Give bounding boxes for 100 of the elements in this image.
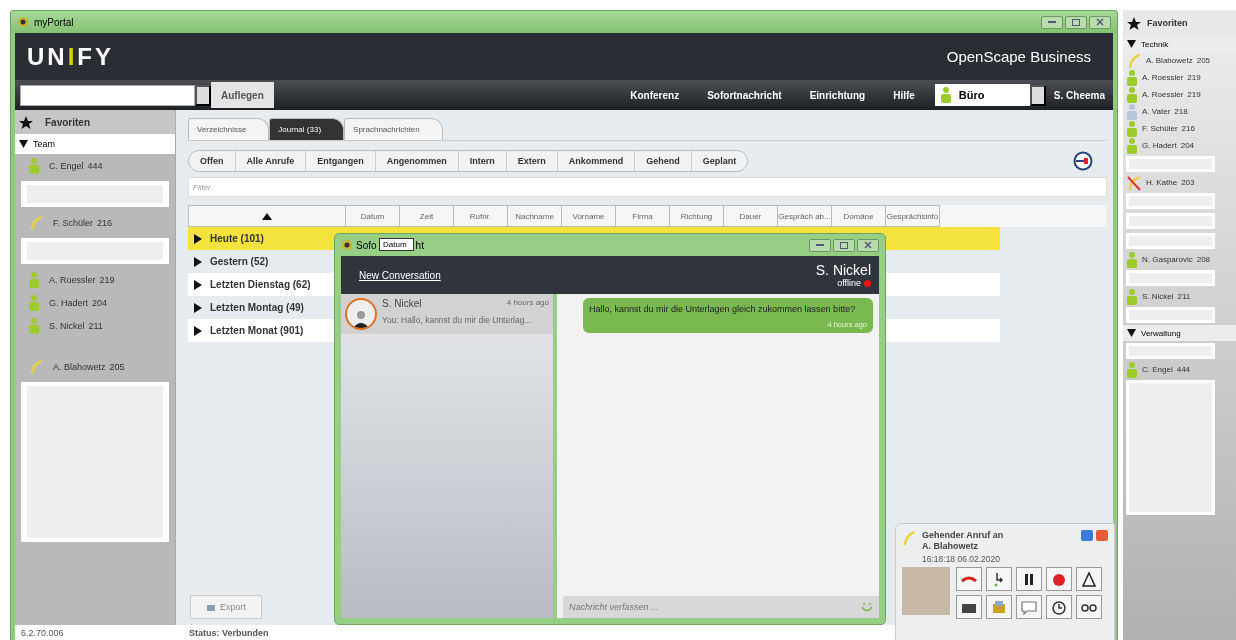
- version-label: 6.2.70.006: [20, 627, 65, 638]
- filter-button[interactable]: Entgangen: [306, 151, 376, 171]
- person-icon: [1127, 120, 1137, 137]
- menu-item[interactable]: Einrichtung: [795, 89, 880, 101]
- clock-button[interactable]: [1046, 595, 1072, 619]
- filter-button[interactable]: Geplant: [691, 151, 748, 171]
- minimize-button[interactable]: [1041, 15, 1063, 29]
- dropdown-button[interactable]: [195, 84, 211, 106]
- window-title: myPortal: [34, 16, 74, 28]
- menu-item[interactable]: Konferenz: [616, 89, 694, 101]
- tab[interactable]: Verzeichnisse: [188, 118, 270, 140]
- new-conversation-link[interactable]: New Conversation: [353, 268, 447, 282]
- group-label[interactable]: Team: [33, 139, 55, 149]
- expand-triangle-icon: [194, 279, 202, 290]
- call-title: Gehender Anruf an: [922, 530, 1004, 540]
- person-icon: [1127, 103, 1137, 120]
- call-party: A. Blahowetz: [922, 541, 979, 551]
- contact-name[interactable]: A. Roessler 219: [1142, 73, 1201, 82]
- contact-name[interactable]: A. Blahowetz 205: [1146, 56, 1211, 65]
- contact-name[interactable]: C. Engel 444: [1142, 365, 1191, 374]
- triangle-button[interactable]: [1076, 567, 1102, 591]
- person-icon: [29, 294, 39, 311]
- expanded-triangle-icon[interactable]: [1127, 329, 1136, 337]
- star-icon: [19, 115, 33, 129]
- contact-name[interactable]: F. Schüler 216: [53, 217, 113, 228]
- minimize-button[interactable]: [1081, 530, 1093, 541]
- pause-button[interactable]: [1016, 567, 1042, 591]
- hang-up-button[interactable]: Auflegen: [211, 82, 274, 108]
- contact-name[interactable]: A. Roessler 219: [1142, 90, 1201, 99]
- timestamp: 4 hours ago: [506, 298, 549, 309]
- contact-name[interactable]: S. Nickel 211: [49, 320, 103, 331]
- record-button[interactable]: [1046, 567, 1072, 591]
- message-input[interactable]: Nachricht verfassen ...: [563, 596, 879, 618]
- contact-name[interactable]: H. Kathe 203: [1146, 178, 1195, 187]
- phone-handset-icon: [902, 530, 916, 546]
- tab[interactable]: Sprachnachrichten: [344, 118, 443, 140]
- tab[interactable]: Journal (33): [269, 118, 345, 140]
- contact-name[interactable]: N. Gasparovic 208: [1142, 255, 1211, 264]
- crossed-phone-icon: [1127, 174, 1141, 191]
- menu-item[interactable]: Hilfe: [879, 89, 929, 101]
- contact-name[interactable]: A. Vater 218: [1142, 107, 1188, 116]
- close-icon: [864, 241, 872, 249]
- maximize-button[interactable]: [1065, 15, 1087, 29]
- filter-button[interactable]: Offen: [189, 151, 236, 171]
- transfer-button[interactable]: [986, 567, 1012, 591]
- group-label[interactable]: Technik: [1141, 39, 1169, 49]
- dial-field[interactable]: [20, 84, 195, 106]
- phone-handset-icon: [29, 358, 43, 375]
- contact-name[interactable]: C. Engel 444: [49, 160, 103, 171]
- person-icon: [29, 271, 39, 288]
- window-title: Sofo: [356, 239, 377, 251]
- maximize-button[interactable]: [833, 238, 855, 252]
- sort-ascending-icon: [262, 212, 272, 220]
- expanded-triangle-icon[interactable]: [19, 140, 28, 148]
- expand-triangle-icon: [194, 256, 202, 267]
- person-icon: [29, 157, 39, 174]
- person-icon: [1127, 86, 1137, 103]
- presence-dropdown[interactable]: Büro: [934, 84, 1030, 106]
- contact-name[interactable]: A. Blahowetz 205: [53, 361, 125, 372]
- contact-name: S. Nickel: [815, 262, 871, 278]
- panel-title: Favoriten: [45, 116, 90, 128]
- person-icon: [1127, 69, 1137, 86]
- contact-name[interactable]: F. Schüler 216: [1142, 124, 1195, 133]
- triangle-icon: [1079, 569, 1099, 589]
- hang-up-button[interactable]: [956, 567, 982, 591]
- menu-item[interactable]: Sofortnachricht: [693, 89, 796, 101]
- message-text: Hallo, kannst du mir die Unterlagen gleich zukommen lassen bitte?: [589, 304, 857, 314]
- filter-button[interactable]: Alle Anrufe: [235, 151, 307, 171]
- minimize-button[interactable]: [809, 238, 831, 252]
- filter-field[interactable]: Filter: [188, 177, 1107, 197]
- filter-button[interactable]: Ankommend: [557, 151, 636, 171]
- user-menu[interactable]: S. Cheema: [1045, 89, 1113, 101]
- bee-logo-icon: [17, 16, 29, 28]
- expand-triangle-icon: [194, 233, 202, 244]
- status-text: Status: Verbunden: [189, 627, 269, 638]
- conversation-item[interactable]: S. Nickel 4 hours ago You: Hallo, kannst du mir die Unterlag...: [341, 294, 553, 334]
- envelope-button[interactable]: [956, 595, 982, 619]
- contact-name[interactable]: G. Hadert 204: [1142, 141, 1195, 150]
- contact-name: S. Nickel: [382, 298, 422, 309]
- panel-title: Favoriten: [1147, 18, 1188, 28]
- contact-name[interactable]: S. Nickel 211: [1142, 292, 1191, 301]
- filter-button[interactable]: Intern: [458, 151, 507, 171]
- phone-handset-icon: [29, 214, 43, 231]
- filter-button[interactable]: Angenommen: [375, 151, 459, 171]
- pin-icon[interactable]: [1073, 151, 1093, 171]
- person-icon: [1127, 361, 1137, 378]
- filter-button[interactable]: Extern: [506, 151, 558, 171]
- expand-triangle-icon: [194, 302, 202, 313]
- product-name: OpenScape Business: [946, 48, 1091, 65]
- contact-name[interactable]: A. Roessler 219: [49, 274, 115, 285]
- presence-status: offline: [837, 278, 861, 288]
- contact-name[interactable]: G. Hadert 204: [49, 297, 108, 308]
- person-icon: [29, 317, 39, 334]
- expanded-triangle-icon[interactable]: [1127, 40, 1136, 48]
- export-icon: [206, 602, 216, 612]
- person-icon: [1127, 137, 1137, 154]
- filter-button[interactable]: Gehend: [635, 151, 692, 171]
- close-button[interactable]: [857, 238, 879, 252]
- link-button[interactable]: [1076, 595, 1102, 619]
- close-button[interactable]: [1089, 15, 1111, 29]
